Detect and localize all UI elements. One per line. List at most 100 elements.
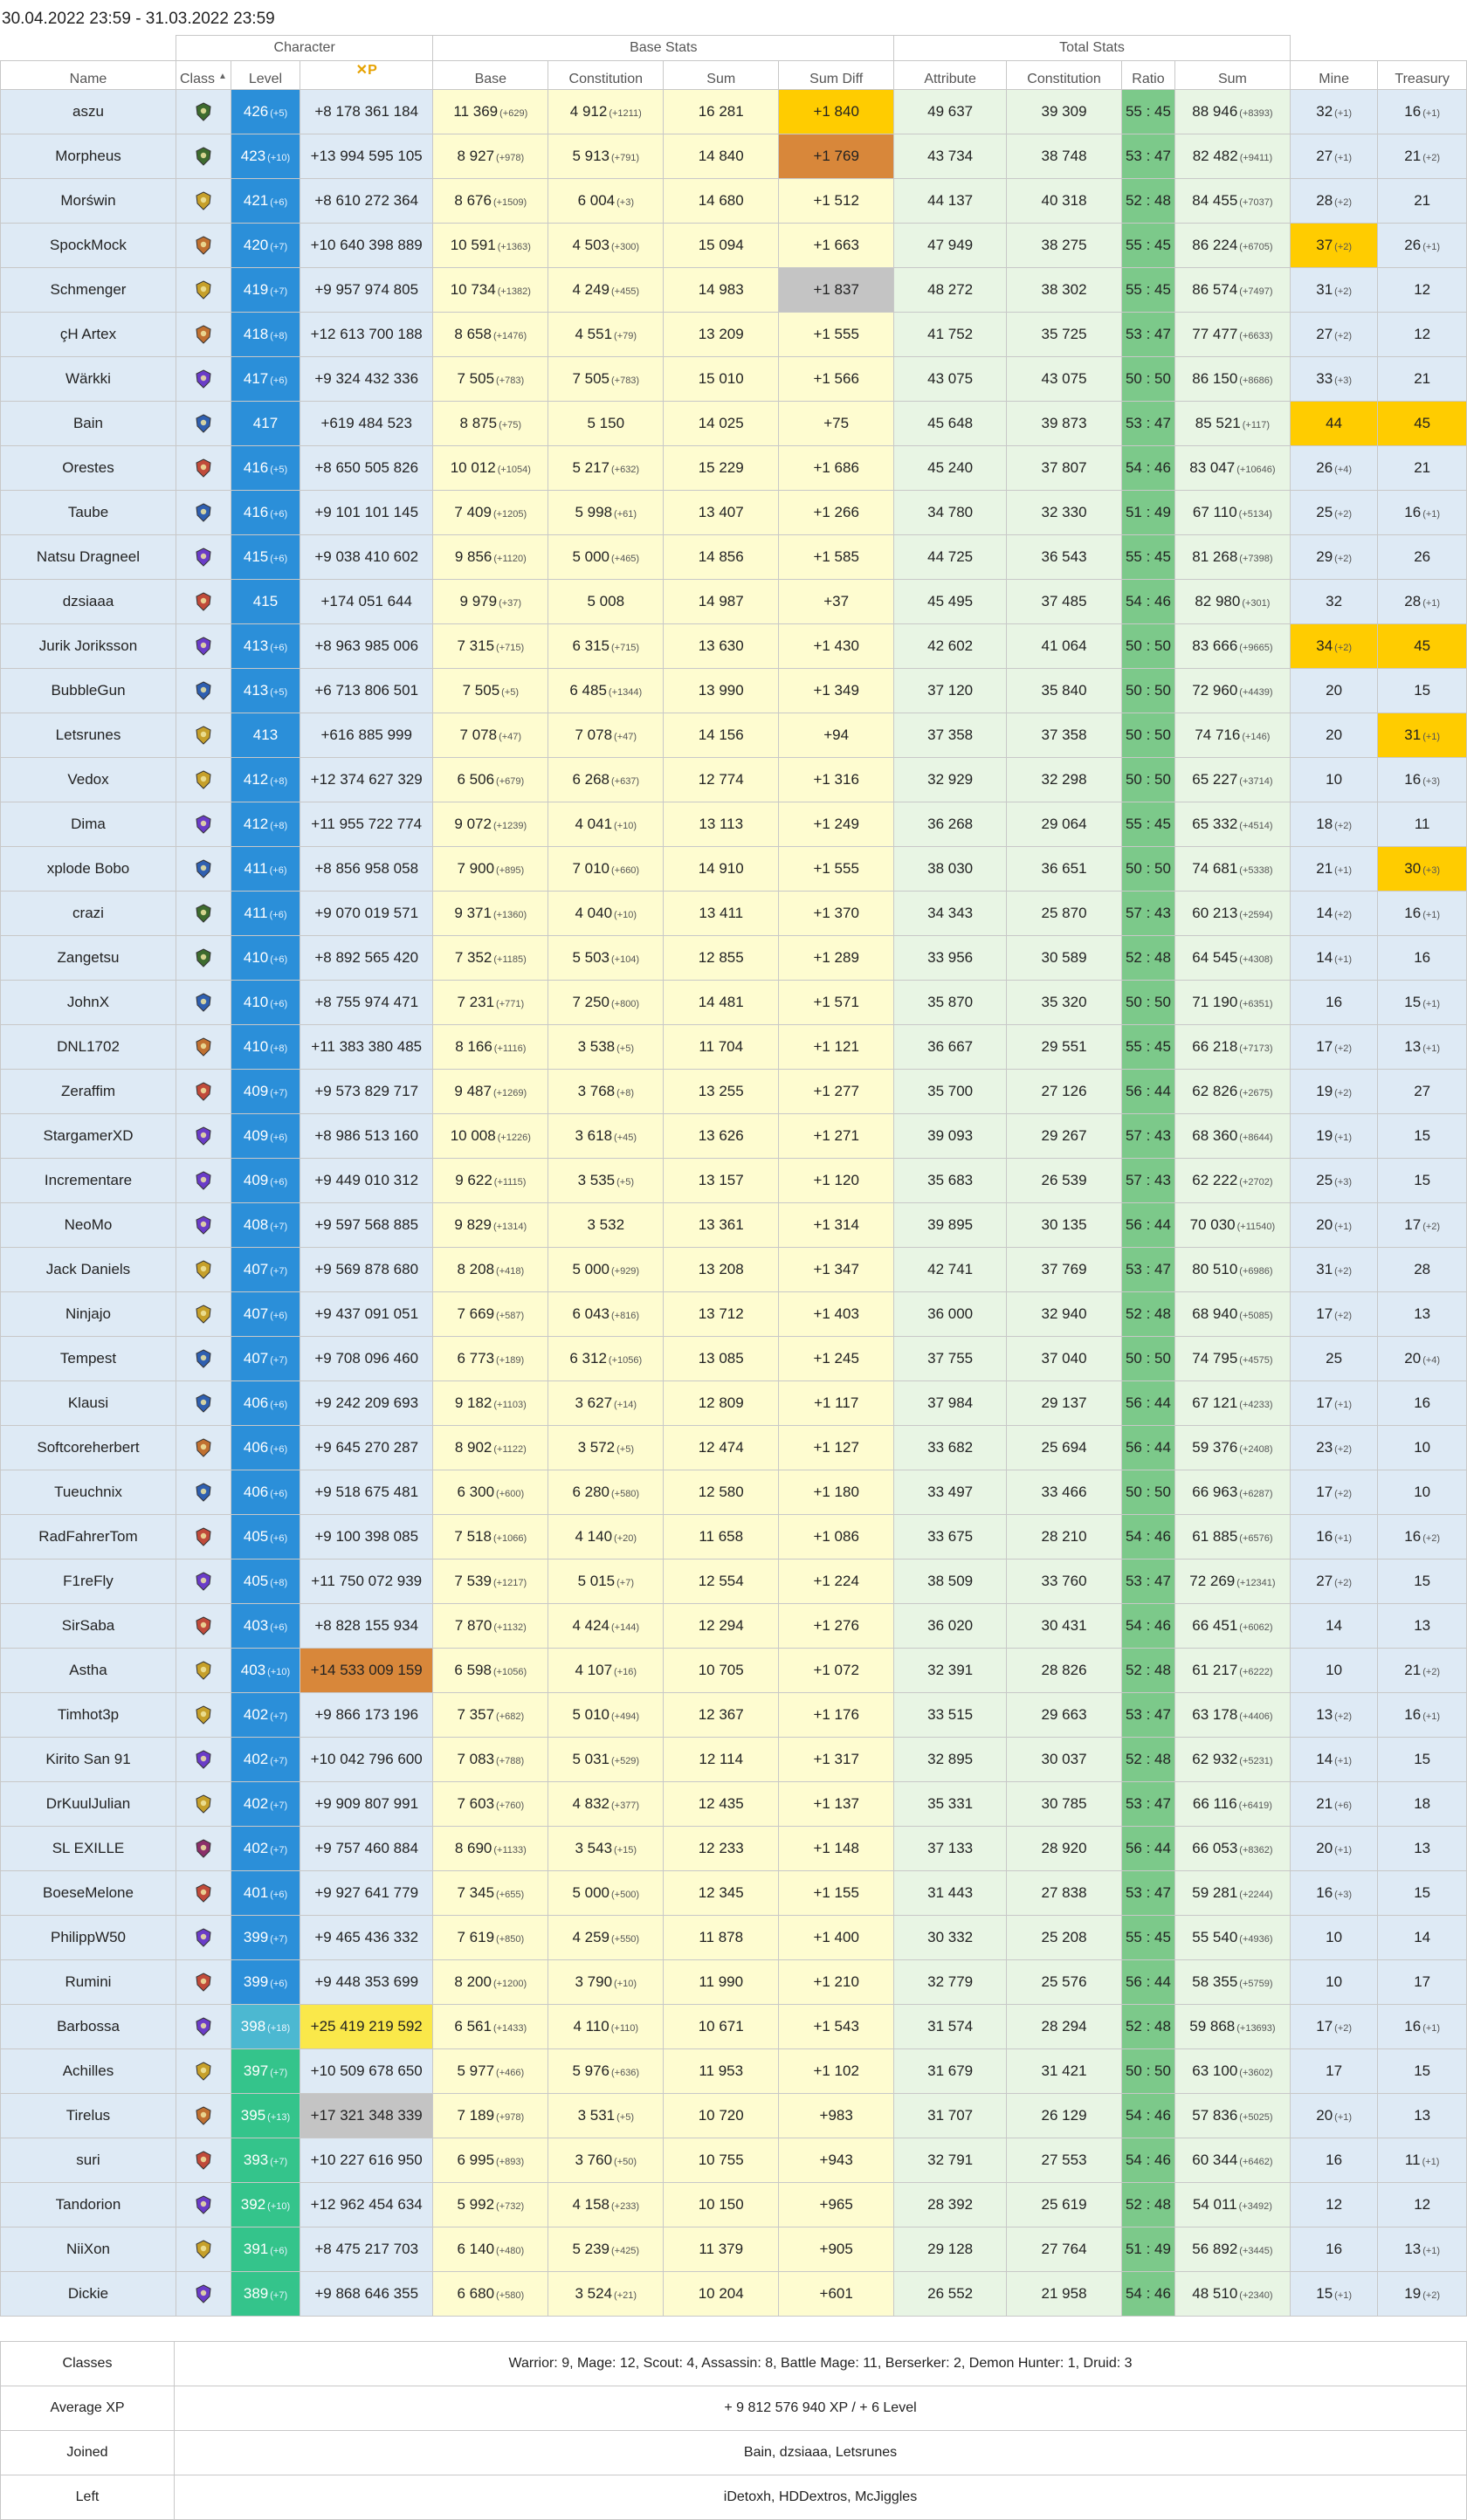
constitution-delta: (+10): [614, 910, 637, 920]
col-mine-header[interactable]: Mine: [1289, 60, 1379, 90]
base-stat-delta: (+783): [496, 375, 525, 386]
table-row[interactable]: DNL1702 410 (+8) +11 383 380 485 8 166 (+1116…: [0, 1024, 1467, 1070]
total-constitution-value: 29 267: [1041, 1127, 1087, 1144]
table-row[interactable]: Astha 403 (+10) +14 533 009 159 6 598 (+1056)…: [0, 1648, 1467, 1693]
battlemage-class-icon: [195, 1483, 212, 1502]
table-row[interactable]: dzsiaaa 415 +174 051 644 9 979 (+37) 5 008 14 …: [0, 579, 1467, 624]
table-row[interactable]: Jurik Joriksson 413 (+6) +8 963 985 006 7 31…: [0, 623, 1467, 669]
table-row[interactable]: Kirito San 91 402 (+7) +10 042 796 600 7 083…: [0, 1737, 1467, 1782]
treasury-value: 10: [1414, 1484, 1431, 1500]
table-row[interactable]: BoeseMelone 401 (+6) +9 927 641 779 7 345 (+6…: [0, 1870, 1467, 1916]
table-row[interactable]: DrKuulJulian 402 (+7) +9 909 807 991 7 603 (+…: [0, 1781, 1467, 1827]
table-row[interactable]: NeoMo 408 (+7) +9 597 568 885 9 829 (+1314) 3 …: [0, 1202, 1467, 1248]
table-row[interactable]: Zangetsu 410 (+6) +8 892 565 420 7 352 (+1185…: [0, 935, 1467, 981]
table-row[interactable]: SirSaba 403 (+6) +8 828 155 934 7 870 (+1132)…: [0, 1603, 1467, 1649]
ratio: 54 : 46: [1121, 1514, 1175, 1560]
col-total-sum-header[interactable]: Sum: [1174, 60, 1291, 90]
table-row[interactable]: Letsrunes 413 +616 885 999 7 078 (+47) 7 078(…: [0, 713, 1467, 758]
table-row[interactable]: Klausi 406 (+6) +9 242 209 693 9 182 (+1103) 3…: [0, 1380, 1467, 1426]
treasury-value: 21: [1404, 1662, 1422, 1678]
table-row[interactable]: xplode Bobo 411 (+6) +8 856 958 058 7 900 (+8…: [0, 846, 1467, 892]
table-row[interactable]: JohnX 410 (+6) +8 755 974 471 7 231 (+771) 7 2…: [0, 980, 1467, 1025]
table-row[interactable]: Tempest 407 (+7) +9 708 096 460 6 773 (+189) 6…: [0, 1336, 1467, 1381]
table-row[interactable]: Dima 412 (+8) +11 955 722 774 9 072 (+1239) 4 …: [0, 802, 1467, 847]
table-row[interactable]: Morświn 421 (+6) +8 610 272 364 8 676 (+1509)…: [0, 178, 1467, 224]
constitution-value: 3 618: [575, 1127, 613, 1144]
table-row[interactable]: Tandorion 392 (+10) +12 962 454 634 5 992 (+7…: [0, 2182, 1467, 2227]
xp-gain-value: +8 178 361 184: [314, 103, 419, 120]
class-cell: [175, 1692, 231, 1738]
level-delta: (+6): [270, 1890, 288, 1900]
table-row[interactable]: Orestes 416 (+5) +8 650 505 826 10 012 (+1054…: [0, 445, 1467, 491]
col-xp-header[interactable]: ✕P: [300, 60, 434, 90]
col-ratio-header[interactable]: Ratio: [1121, 60, 1175, 90]
col-sum-diff-header[interactable]: Sum Diff: [778, 60, 895, 90]
table-row[interactable]: StargamerXD 409 (+6) +8 986 513 160 10 008 (+…: [0, 1113, 1467, 1159]
table-row[interactable]: Rumini 399 (+6) +9 448 353 699 8 200 (+1200) 3…: [0, 1959, 1467, 2005]
constitution-value: 6 280: [572, 1484, 610, 1500]
base-stat-delta: (+682): [496, 1711, 525, 1722]
total-sum-delta: (+8393): [1239, 108, 1273, 119]
table-row[interactable]: NiiXon 391 (+6) +8 475 217 703 6 140 (+480) 5 …: [0, 2227, 1467, 2272]
table-row[interactable]: PhilippW50 399 (+7) +9 465 436 332 7 619 (+85…: [0, 1915, 1467, 1960]
table-row[interactable]: Wärkki 417 (+6) +9 324 432 336 7 505 (+783) 7 …: [0, 356, 1467, 402]
table-row[interactable]: crazi 411 (+6) +9 070 019 571 9 371 (+1360) 4 …: [0, 891, 1467, 936]
table-row[interactable]: Barbossa 398 (+18) +25 419 219 592 6 561 (+14…: [0, 2004, 1467, 2049]
table-row[interactable]: SL EXILLE 402 (+7) +9 757 460 884 8 690 (+113…: [0, 1826, 1467, 1871]
col-attribute-header[interactable]: Attribute: [893, 60, 1008, 90]
table-row[interactable]: çH Artex 418 (+8) +12 613 700 188 8 658 (+147…: [0, 312, 1467, 357]
table-row[interactable]: Zeraffim 409 (+7) +9 573 829 717 9 487 (+1269…: [0, 1069, 1467, 1114]
treasury-value: 15: [1404, 994, 1422, 1010]
treasury-value: 45: [1414, 637, 1431, 654]
col-sum-header[interactable]: Sum: [663, 60, 780, 90]
table-row[interactable]: suri 393 (+7) +10 227 616 950 6 995 (+893) 3 7…: [0, 2138, 1467, 2183]
table-row[interactable]: Bain 417 +619 484 523 8 875 (+75) 5 150 14 025…: [0, 401, 1467, 446]
table-row[interactable]: Natsu Dragneel 415 (+6) +9 038 410 602 9 856…: [0, 534, 1467, 580]
constitution: 6 315 (+715): [548, 623, 665, 669]
constitution: 5 008: [548, 579, 665, 624]
table-row[interactable]: Schmenger 419 (+7) +9 957 974 805 10 734 (+13…: [0, 267, 1467, 313]
total-constitution: 26 129: [1006, 2093, 1123, 2138]
constitution-value: 7 250: [572, 994, 610, 1010]
table-row[interactable]: Achilles 397 (+7) +10 509 678 650 5 977 (+466…: [0, 2048, 1467, 2094]
table-row[interactable]: Vedox 412 (+8) +12 374 627 329 6 506 (+679) 6 …: [0, 757, 1467, 802]
table-row[interactable]: Tirelus 395 (+13) +17 321 348 339 7 189 (+978…: [0, 2093, 1467, 2138]
table-row[interactable]: RadFahrerTom 405 (+6) +9 100 398 085 7 518 (+…: [0, 1514, 1467, 1560]
table-row[interactable]: BubbleGun 413 (+5) +6 713 806 501 7 505 (+5) 6…: [0, 668, 1467, 713]
total-constitution: 28 920: [1006, 1826, 1123, 1871]
col-constitution-header[interactable]: Constitution: [548, 60, 665, 90]
base-stat: 8 658 (+1476): [432, 312, 549, 357]
total-sum-delta: (+4936): [1239, 1934, 1273, 1945]
total-constitution-value: 40 318: [1041, 192, 1087, 209]
table-row[interactable]: Taube 416 (+6) +9 101 101 145 7 409 (+1205) 5 …: [0, 490, 1467, 535]
mine-delta: (+1): [1334, 1400, 1353, 1410]
base-stat-delta: (+1433): [492, 2023, 527, 2034]
table-row[interactable]: Softcoreherbert 406 (+6) +9 645 270 287 8 90…: [0, 1425, 1467, 1470]
table-row[interactable]: Incrementare 409 (+6) +9 449 010 312 9 622 (+…: [0, 1158, 1467, 1203]
table-row[interactable]: Timhot3p 402 (+7) +9 866 173 196 7 357 (+682)…: [0, 1692, 1467, 1738]
constitution-value: 3 572: [577, 1439, 616, 1456]
table-row[interactable]: Ninjajo 407 (+6) +9 437 091 051 7 669 (+587) 6…: [0, 1291, 1467, 1337]
sum-diff: +1 370: [778, 891, 895, 936]
table-row[interactable]: Jack Daniels 407 (+7) +9 569 878 680 8 208 (+…: [0, 1247, 1467, 1292]
table-row[interactable]: aszu 426 (+5) +8 178 361 184 11 369 (+629) 4 9…: [0, 89, 1467, 134]
total-constitution-value: 30 135: [1041, 1216, 1087, 1233]
table-row[interactable]: Morpheus 423 (+10) +13 994 595 105 8 927 (+97…: [0, 134, 1467, 179]
col-name-header[interactable]: Name: [0, 60, 176, 90]
col-total-constitution-header[interactable]: Constitution: [1006, 60, 1123, 90]
col-treasury-header[interactable]: Treasury: [1377, 60, 1467, 90]
xp-gain: +14 533 009 159: [300, 1648, 434, 1693]
table-row[interactable]: Tueuchnix 406 (+6) +9 518 675 481 6 300 (+600…: [0, 1470, 1467, 1515]
xp-gain: +9 100 398 085: [300, 1514, 434, 1560]
ratio: 54 : 46: [1121, 445, 1175, 491]
col-class-header[interactable]: Class ▲: [175, 60, 231, 90]
table-row[interactable]: F1reFly 405 (+8) +11 750 072 939 7 539 (+1217…: [0, 1559, 1467, 1604]
table-row[interactable]: Dickie 389 (+7) +9 868 646 355 6 680 (+580) 3 …: [0, 2271, 1467, 2317]
table-row[interactable]: SpockMock 420 (+7) +10 640 398 889 10 591 (+1…: [0, 223, 1467, 268]
mine-delta: (+2): [1334, 331, 1353, 341]
col-level-header[interactable]: Level: [230, 60, 301, 90]
level-delta: (+18): [267, 2023, 291, 2034]
mine: 19 (+1): [1289, 1113, 1379, 1159]
total-attribute-value: 43 734: [927, 148, 974, 164]
col-base-header[interactable]: Base: [432, 60, 549, 90]
